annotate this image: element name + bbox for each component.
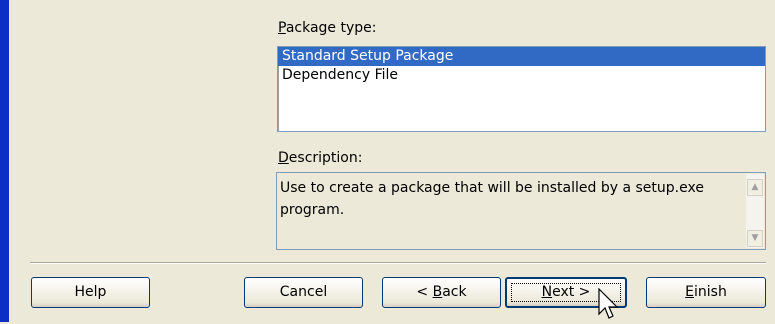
package-type-label: Package type: xyxy=(278,20,377,36)
description-label: Description: xyxy=(278,150,363,166)
description-textbox: Use to create a package that will be ins… xyxy=(276,172,766,250)
list-item-standard-setup-package[interactable]: Standard Setup Package xyxy=(278,47,765,66)
back-button[interactable]: < Back xyxy=(382,277,501,308)
mouse-pointer-icon xyxy=(598,288,619,319)
wizard-side-banner xyxy=(0,0,9,322)
description-text: Use to create a package that will be ins… xyxy=(280,180,704,218)
cancel-button[interactable]: Cancel xyxy=(244,277,363,308)
scroll-down-arrow-icon[interactable]: ▼ xyxy=(747,230,763,247)
finish-button[interactable]: Einish xyxy=(646,277,766,308)
package-type-listbox[interactable]: Standard Setup Package Dependency File xyxy=(277,46,766,132)
list-item-dependency-file[interactable]: Dependency File xyxy=(278,66,765,85)
button-separator xyxy=(30,262,766,264)
help-button[interactable]: Help xyxy=(31,277,150,308)
description-scrollbar[interactable]: ▲ ▼ xyxy=(746,174,764,248)
scroll-up-arrow-icon[interactable]: ▲ xyxy=(747,179,763,196)
